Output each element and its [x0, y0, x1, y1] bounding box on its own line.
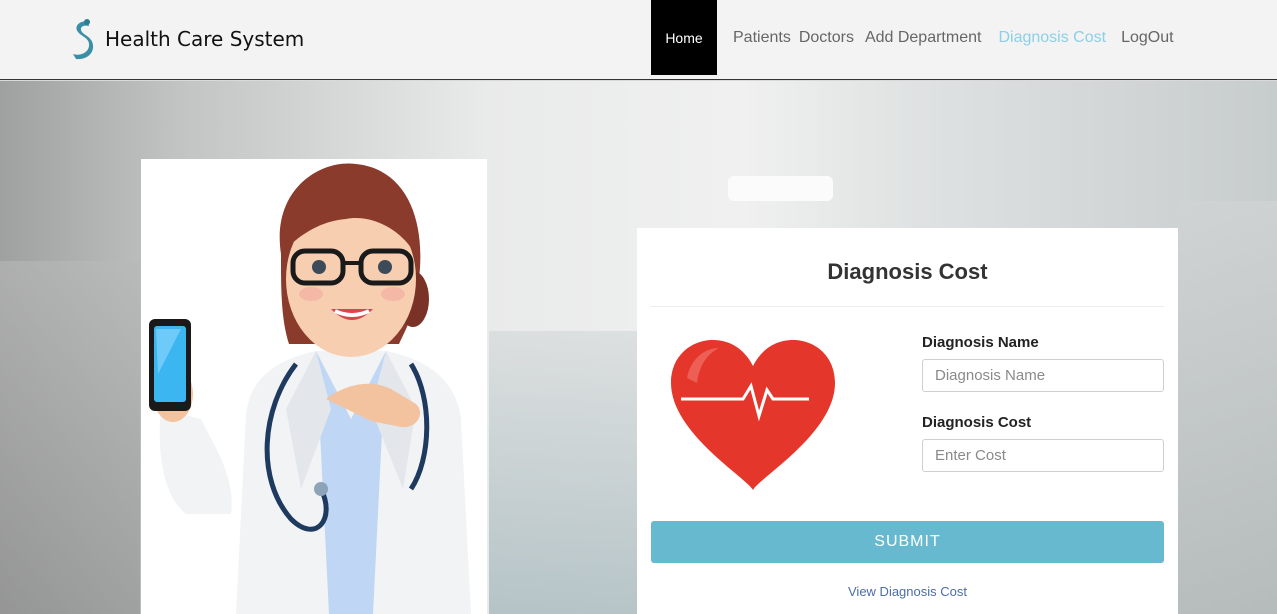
diagnosis-name-label: Diagnosis Name [922, 334, 1039, 351]
nav-doctors[interactable]: Doctors [799, 29, 854, 47]
main-nav: Home Patients Doctors Add Department Dia… [651, 0, 1174, 75]
background-blur [0, 261, 140, 614]
heartbeat-heart-icon [671, 340, 835, 490]
nav-home[interactable]: Home [651, 0, 717, 75]
top-navbar: Health Care System Home Patients Doctors… [0, 0, 1277, 80]
brand-title: Health Care System [105, 27, 305, 51]
submit-button[interactable]: SUBMIT [651, 521, 1164, 563]
ceiling-light [728, 176, 833, 201]
view-diagnosis-cost-link[interactable]: View Diagnosis Cost [637, 584, 1178, 599]
nav-patients[interactable]: Patients [733, 29, 791, 47]
diagnosis-cost-input[interactable] [922, 439, 1164, 472]
card-divider [651, 306, 1164, 307]
doctor-illustration-panel [141, 159, 487, 614]
background-blur [489, 331, 637, 614]
nav-logout[interactable]: LogOut [1121, 29, 1173, 47]
brand-logo-icon [73, 19, 94, 60]
nav-diagnosis-cost[interactable]: Diagnosis Cost [998, 29, 1106, 47]
diagnosis-name-input[interactable] [922, 359, 1164, 392]
card-title: Diagnosis Cost [827, 259, 988, 284]
diagnosis-cost-card: Diagnosis Cost Diagnosis Name Diagnosis … [637, 228, 1178, 614]
background-blur [1178, 201, 1277, 614]
nav-add-department[interactable]: Add Department [865, 29, 982, 47]
doctor-with-phone-icon [149, 163, 471, 614]
diagnosis-cost-label: Diagnosis Cost [922, 414, 1032, 431]
brand[interactable]: Health Care System [70, 18, 304, 60]
